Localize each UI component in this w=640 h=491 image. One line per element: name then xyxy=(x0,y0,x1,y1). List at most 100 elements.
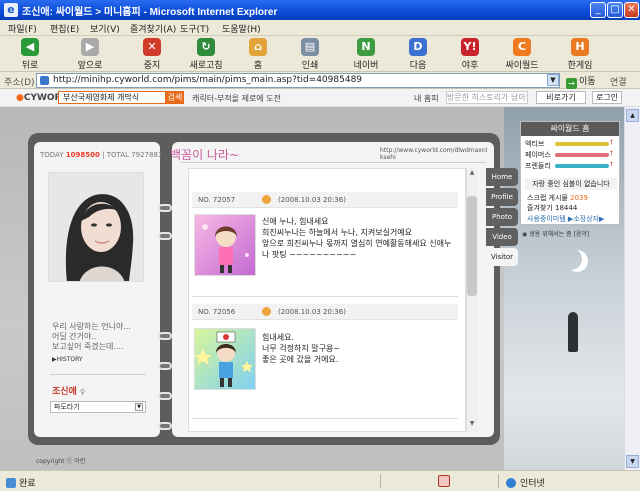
refresh-icon: ↻ xyxy=(197,38,215,56)
active-meter xyxy=(555,142,609,146)
links-button[interactable]: 연결 xyxy=(610,75,627,88)
symbol-status: 자랑 중인 심볼이 없습니다 xyxy=(525,178,617,190)
history-link[interactable]: ▶HISTORY xyxy=(52,356,83,363)
cyworld-status-panel: 싸이월드 홈 엑티브 † 페이머스 † 프렌들리 † 자랑 중인 심볼이 없습니… xyxy=(520,121,620,225)
stop-icon: ✕ xyxy=(143,38,161,56)
popup-blocker-icon[interactable] xyxy=(438,475,450,487)
profile-intro-text: 우리 사랑하는 언니야... 어딜 간거야.. 보고싶어 죽겠는데.... xyxy=(52,322,131,351)
promo-link[interactable]: 캐릭터-부적을 제로에 도전 xyxy=(192,93,281,104)
address-label: 주소(D) xyxy=(4,78,35,88)
home-icon: ⌂ xyxy=(249,38,267,56)
refresh-button[interactable]: ↻ 새로고침 xyxy=(184,38,228,71)
daum-button[interactable]: D 다음 xyxy=(396,38,440,71)
stop-button[interactable]: ✕ 중지 xyxy=(130,38,174,71)
tab-visitor[interactable]: Visitor xyxy=(486,248,518,266)
go-button[interactable]: → 이동 xyxy=(566,74,596,89)
home-button[interactable]: ⌂ 홈 xyxy=(236,38,280,71)
toolbar: ◀ 뒤로 ▶ 앞으로 ✕ 중지 ↻ 새로고침 ⌂ 홈 ▤ 인쇄 N 네이버 D 다음 Y! 야후 … xyxy=(0,36,640,72)
post-header: NO. 72056 (2008.10.03 20:36) xyxy=(192,304,458,320)
status-done: 완료 xyxy=(6,476,36,489)
scroll-up-arrow-icon[interactable]: ▲ xyxy=(626,109,639,122)
my-home-link[interactable]: 내 홈피 xyxy=(414,93,439,104)
visited-history-dropdown[interactable]: 방문한 히스토리가 남아요 xyxy=(446,91,528,104)
menu-view[interactable]: 보기(V) xyxy=(90,22,120,35)
tab-photo[interactable]: Photo xyxy=(486,208,518,226)
window-title: 조신애: 싸이월드 > 미니홈피 - Microsoft Internet Ex… xyxy=(22,7,278,18)
bgm-player[interactable]: ◉ 생용 위해서는 좀 [음악] xyxy=(522,229,620,241)
title-bar: e 조신애: 싸이월드 > 미니홈피 - Microsoft Internet … xyxy=(0,0,640,20)
post-header: NO. 72057 (2008.10.03 20:36) xyxy=(192,192,458,208)
binder-ring xyxy=(158,362,172,370)
owner-name: 조신애 ♀ xyxy=(52,387,86,397)
wave-surf-select[interactable]: 파도타기 ▼ xyxy=(50,401,146,413)
naver-button[interactable]: N 네이버 xyxy=(344,38,388,71)
menu-edit[interactable]: 편집(E) xyxy=(50,22,79,35)
tab-profile[interactable]: Profile xyxy=(486,188,518,206)
ie-icon: e xyxy=(4,3,18,17)
back-button[interactable]: ◀ 뒤로 xyxy=(8,38,52,71)
page-icon xyxy=(40,76,49,85)
forward-icon: ▶ xyxy=(81,38,99,56)
plus-icon[interactable]: † xyxy=(610,139,613,146)
visitor-counter: TODAY 1098500 | TOTAL 7927881 xyxy=(40,151,163,159)
menu-tools[interactable]: 도구(T) xyxy=(180,22,209,35)
gift-icon[interactable] xyxy=(262,307,271,316)
side-view-button[interactable]: 비로가기 xyxy=(536,91,586,104)
page-icon xyxy=(6,478,16,488)
plus-icon[interactable]: † xyxy=(610,150,613,157)
back-icon: ◀ xyxy=(21,38,39,56)
scroll-up-arrow-icon[interactable]: ▲ xyxy=(467,169,477,179)
menu-bar: 파일(F) 편집(E) 보기(V) 즐겨찾기(A) 도구(T) 도움말(H) xyxy=(0,20,640,36)
go-arrow-icon: → xyxy=(566,78,577,89)
hangame-icon: H xyxy=(571,38,589,56)
login-button[interactable]: 로그인 xyxy=(592,91,622,104)
menu-file[interactable]: 파일(F) xyxy=(8,22,37,35)
chevron-down-icon: ▼ xyxy=(135,403,143,411)
copyright: copyright ⓒ 아린 xyxy=(36,458,86,465)
hangame-button[interactable]: H 한게임 xyxy=(558,38,602,71)
divider xyxy=(50,374,146,375)
yahoo-button[interactable]: Y! 야후 xyxy=(448,38,492,71)
famous-meter xyxy=(555,153,609,157)
scroll-down-arrow-icon[interactable]: ▼ xyxy=(467,420,477,430)
address-input[interactable]: http://minihp.cyworld.com/pims/main/pims… xyxy=(36,73,560,88)
minime-avatar xyxy=(194,214,256,276)
gift-icon[interactable] xyxy=(262,195,271,204)
browser-scrollbar[interactable]: ▲ ▼ xyxy=(624,107,640,470)
maximize-button[interactable]: □ xyxy=(607,2,623,18)
print-button[interactable]: ▤ 인쇄 xyxy=(288,38,332,71)
print-icon: ▤ xyxy=(301,38,319,56)
zone-internet: 인터넷 xyxy=(506,476,545,489)
binder-ring xyxy=(158,332,172,340)
close-button[interactable]: ✕ xyxy=(624,2,639,18)
binder-ring xyxy=(158,422,172,430)
yahoo-icon: Y! xyxy=(461,38,479,56)
plus-icon[interactable]: † xyxy=(610,161,613,168)
page-title: 백꼼이 나라~ xyxy=(170,148,240,162)
divider xyxy=(192,296,458,297)
scroll-down-arrow-icon[interactable]: ▼ xyxy=(626,455,639,468)
menu-favorites[interactable]: 즐겨찾기(A) xyxy=(130,22,176,35)
globe-icon xyxy=(506,478,516,488)
menu-help[interactable]: 도움말(H) xyxy=(222,22,261,35)
minimize-button[interactable]: _ xyxy=(590,2,606,18)
forward-button[interactable]: ▶ 앞으로 xyxy=(68,38,112,71)
homepage-url[interactable]: http://www.cyworld.com/dlwdmaxnl ksehi xyxy=(380,147,487,161)
profile-photo[interactable] xyxy=(48,172,144,282)
cyworld-icon: C xyxy=(513,38,531,56)
tab-home[interactable]: Home xyxy=(486,168,518,186)
post-message: 신애 누나, 힘내세요 희진씨누나는 하늘에서 누나, 지켜보실거예요 앞으로 … xyxy=(262,217,452,259)
address-dropdown-button[interactable]: ▼ xyxy=(547,74,559,86)
moon-icon xyxy=(560,248,582,270)
divider xyxy=(180,162,486,163)
naver-icon: N xyxy=(357,38,375,56)
item-shop-link[interactable]: 사용중이미템 ▶소장상자▶ xyxy=(527,214,604,224)
daum-icon: D xyxy=(409,38,427,56)
cyworld-button[interactable]: C 싸이월드 xyxy=(500,38,544,71)
tab-video[interactable]: Video xyxy=(486,228,518,246)
binder-ring xyxy=(158,232,172,240)
address-bar: 주소(D) http://minihp.cyworld.com/pims/mai… xyxy=(0,72,640,89)
scrollbar-thumb[interactable] xyxy=(467,196,477,296)
cyworld-search-input[interactable]: 부산국제영화제 개막식 xyxy=(58,91,166,104)
cyworld-search-button[interactable]: 검색 xyxy=(166,91,184,104)
